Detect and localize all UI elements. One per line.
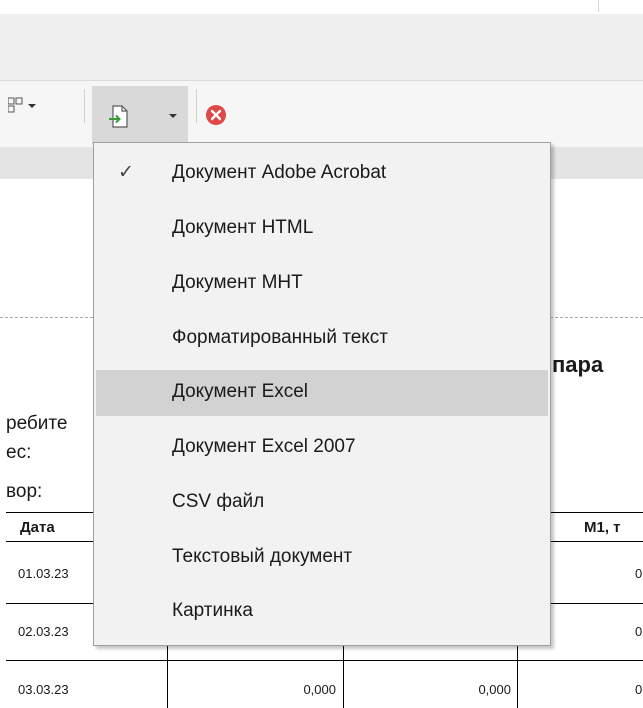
menu-item-label: Текстовый документ [172,546,353,567]
close-icon[interactable] [205,104,227,126]
menu-item-csv[interactable]: CSV файл [96,480,548,526]
menu-item-label: Документ HTML [172,217,314,238]
export-format-menu: ✓ Документ Adobe Acrobat Документ HTML Д… [93,142,551,646]
menu-item-text-document[interactable]: Текстовый документ [96,535,548,581]
layout-button[interactable] [8,94,38,116]
table-col-border [343,644,344,708]
menu-item-label: Документ Excel 2007 [172,436,356,457]
menu-item-label: Форматированный текст [172,327,389,348]
table-cell-date: 01.03.23 [18,566,69,581]
menu-item-label: Документ Adobe Acrobat [172,162,387,183]
ribbon-bar [0,14,643,81]
table-cell-value: 0,000 [478,682,511,697]
menu-item-adobe-acrobat[interactable]: ✓ Документ Adobe Acrobat [96,151,548,197]
chevron-down-icon[interactable] [169,114,177,118]
export-document-icon [109,105,128,128]
strip-divider [598,0,599,12]
table-cell-m1: 0 [635,624,643,639]
menu-item-label: Документ Excel [172,381,309,402]
top-strip [0,0,643,14]
toolbar-separator [196,89,197,123]
table-cell-date: 02.03.23 [18,624,69,639]
menu-item-excel[interactable]: Документ Excel [96,370,548,416]
menu-item-mht[interactable]: Документ MHT [96,261,548,307]
consumer-label: ребите [6,413,68,434]
chevron-down-icon [28,104,36,108]
menu-item-label: CSV файл [172,491,265,512]
table-row-border [6,660,643,661]
menu-item-html[interactable]: Документ HTML [96,206,548,252]
table-cell-date: 03.03.23 [18,682,69,697]
menu-item-rich-text[interactable]: Форматированный текст [96,316,548,362]
table-cell-m1: 0 [635,566,643,581]
column-header-date: Дата [20,519,55,536]
menu-item-label: Картинка [172,600,253,621]
checkmark-icon: ✓ [118,162,134,183]
table-cell-m1: 0 [635,682,643,697]
report-title: пара [552,352,604,377]
contract-label: вор: [6,481,43,502]
column-header-m1: М1, т [584,519,621,536]
menu-item-label: Документ MHT [172,272,303,293]
export-button[interactable] [92,86,188,144]
toolbar-separator [84,89,85,123]
table-col-border [167,644,168,708]
menu-item-image[interactable]: Картинка [96,589,548,635]
menu-item-excel-2007[interactable]: Документ Excel 2007 [96,425,548,471]
layout-grid-icon [8,97,23,113]
address-label: ес: [6,442,32,463]
table-cell-value: 0,000 [303,682,336,697]
